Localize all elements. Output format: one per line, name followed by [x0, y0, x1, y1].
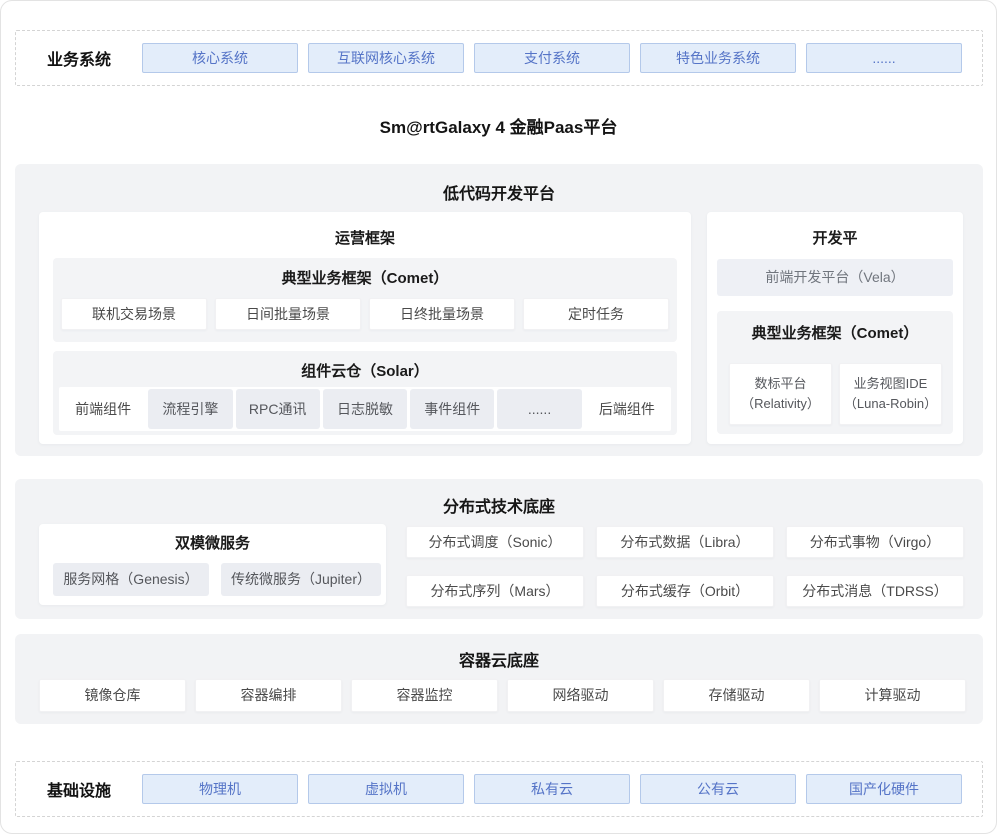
- infrastructure-chips: 物理机 虚拟机 私有云 公有云 国产化硬件: [142, 774, 962, 804]
- distributed-scheduling-card: 分布式调度（Sonic）: [406, 526, 584, 558]
- page-title: Sm@rtGalaxy 4 金融Paas平台: [1, 113, 996, 138]
- event-component-card: 事件组件: [410, 389, 494, 429]
- distributed-services-grid: 分布式调度（Sonic） 分布式数据（Libra） 分布式事物（Virgo） 分…: [406, 526, 964, 607]
- special-business-system-chip: 特色业务系统: [640, 43, 796, 73]
- more-components-card: ......: [497, 389, 581, 429]
- traditional-microservice-jupiter-card: 传统微服务（Jupiter）: [221, 563, 381, 596]
- component-cloud-solar-box: 组件云仓（Solar） 前端组件 流程引擎 RPC通讯 日志脱敏 事件组件 ..…: [53, 351, 677, 435]
- payment-system-chip: 支付系统: [474, 43, 630, 73]
- domestic-hardware-chip: 国产化硬件: [806, 774, 962, 804]
- internet-core-system-chip: 互联网核心系统: [308, 43, 464, 73]
- business-systems-band: 业务系统 核心系统 互联网核心系统 支付系统 特色业务系统 ......: [15, 30, 983, 86]
- image-registry-card: 镜像仓库: [39, 679, 186, 712]
- backend-component-card: 后端组件: [585, 389, 669, 429]
- dual-mode-card-row: 服务网格（Genesis） 传统微服务（Jupiter）: [53, 563, 381, 596]
- more-systems-chip: ......: [806, 43, 962, 73]
- data-standard-platform-code: （Relativity）: [741, 394, 820, 414]
- low-code-platform-section: 低代码开发平台 运营框架 典型业务框架（Comet） 联机交易场景 日间批量场景…: [15, 164, 983, 456]
- frontend-component-card: 前端组件: [61, 389, 145, 429]
- service-mesh-genesis-card: 服务网格（Genesis）: [53, 563, 209, 596]
- dev-business-framework-comet-title: 典型业务框架（Comet）: [717, 311, 953, 343]
- public-cloud-chip: 公有云: [640, 774, 796, 804]
- business-framework-comet-title: 典型业务框架（Comet）: [53, 258, 677, 288]
- compute-driver-card: 计算驱动: [819, 679, 966, 712]
- eod-batch-scenario-card: 日终批量场景: [369, 298, 515, 330]
- container-cloud-section: 容器云底座 镜像仓库 容器编排 容器监控 网络驱动 存储驱动 计算驱动: [15, 634, 983, 724]
- dev-business-framework-comet-box: 典型业务框架（Comet） 数标平台 （Relativity） 业务视图IDE …: [717, 311, 953, 434]
- distributed-transaction-card: 分布式事物（Virgo）: [786, 526, 964, 558]
- frontend-dev-platform-vela-card: 前端开发平台（Vela）: [717, 259, 953, 296]
- private-cloud-chip: 私有云: [474, 774, 630, 804]
- dual-mode-microservices-title: 双模微服务: [39, 524, 386, 553]
- data-standard-platform-name: 数标平台: [754, 374, 806, 394]
- architecture-diagram: 业务系统 核心系统 互联网核心系统 支付系统 特色业务系统 ...... Sm@…: [0, 0, 997, 834]
- process-engine-card: 流程引擎: [148, 389, 232, 429]
- solar-component-row: 前端组件 流程引擎 RPC通讯 日志脱敏 事件组件 ...... 后端组件: [59, 387, 671, 431]
- operation-framework-title: 运营框架: [39, 212, 691, 248]
- business-systems-label: 业务系统: [16, 46, 142, 70]
- rpc-communication-card: RPC通讯: [236, 389, 320, 429]
- physical-machine-chip: 物理机: [142, 774, 298, 804]
- daytime-batch-scenario-card: 日间批量场景: [215, 298, 361, 330]
- operation-framework-box: 运营框架 典型业务框架（Comet） 联机交易场景 日间批量场景 日终批量场景 …: [39, 212, 691, 444]
- container-monitoring-card: 容器监控: [351, 679, 498, 712]
- distributed-cache-card: 分布式缓存（Orbit）: [596, 575, 774, 607]
- business-view-ide-name: 业务视图IDE: [854, 374, 928, 394]
- core-system-chip: 核心系统: [142, 43, 298, 73]
- dev-platform-box: 开发平 前端开发平台（Vela） 典型业务框架（Comet） 数标平台 （Rel…: [707, 212, 963, 444]
- distributed-base-section: 分布式技术底座 双模微服务 服务网格（Genesis） 传统微服务（Jupite…: [15, 479, 983, 619]
- dev-platform-title: 开发平: [707, 212, 963, 248]
- dual-mode-microservices-box: 双模微服务 服务网格（Genesis） 传统微服务（Jupiter）: [39, 524, 386, 605]
- network-driver-card: 网络驱动: [507, 679, 654, 712]
- business-view-ide-card: 业务视图IDE （Luna-Robin）: [839, 363, 942, 425]
- distributed-sequence-card: 分布式序列（Mars）: [406, 575, 584, 607]
- infrastructure-band: 基础设施 物理机 虚拟机 私有云 公有云 国产化硬件: [15, 761, 983, 817]
- distributed-data-card: 分布式数据（Libra）: [596, 526, 774, 558]
- log-masking-card: 日志脱敏: [323, 389, 407, 429]
- comet-scenario-row: 联机交易场景 日间批量场景 日终批量场景 定时任务: [61, 298, 669, 330]
- online-trading-scenario-card: 联机交易场景: [61, 298, 207, 330]
- distributed-base-title: 分布式技术底座: [15, 479, 983, 517]
- distributed-message-card: 分布式消息（TDRSS）: [786, 575, 964, 607]
- dev-comet-card-row: 数标平台 （Relativity） 业务视图IDE （Luna-Robin）: [729, 363, 942, 425]
- scheduled-task-card: 定时任务: [523, 298, 669, 330]
- component-cloud-solar-title: 组件云仓（Solar）: [53, 351, 677, 381]
- virtual-machine-chip: 虚拟机: [308, 774, 464, 804]
- data-standard-platform-card: 数标平台 （Relativity）: [729, 363, 832, 425]
- low-code-platform-title: 低代码开发平台: [15, 164, 983, 204]
- business-systems-chips: 核心系统 互联网核心系统 支付系统 特色业务系统 ......: [142, 43, 962, 73]
- business-view-ide-code: （Luna-Robin）: [844, 394, 937, 414]
- storage-driver-card: 存储驱动: [663, 679, 810, 712]
- infrastructure-label: 基础设施: [16, 777, 142, 801]
- container-cloud-title: 容器云底座: [15, 634, 983, 671]
- container-orchestration-card: 容器编排: [195, 679, 342, 712]
- container-cloud-card-row: 镜像仓库 容器编排 容器监控 网络驱动 存储驱动 计算驱动: [39, 679, 966, 712]
- business-framework-comet-box: 典型业务框架（Comet） 联机交易场景 日间批量场景 日终批量场景 定时任务: [53, 258, 677, 342]
